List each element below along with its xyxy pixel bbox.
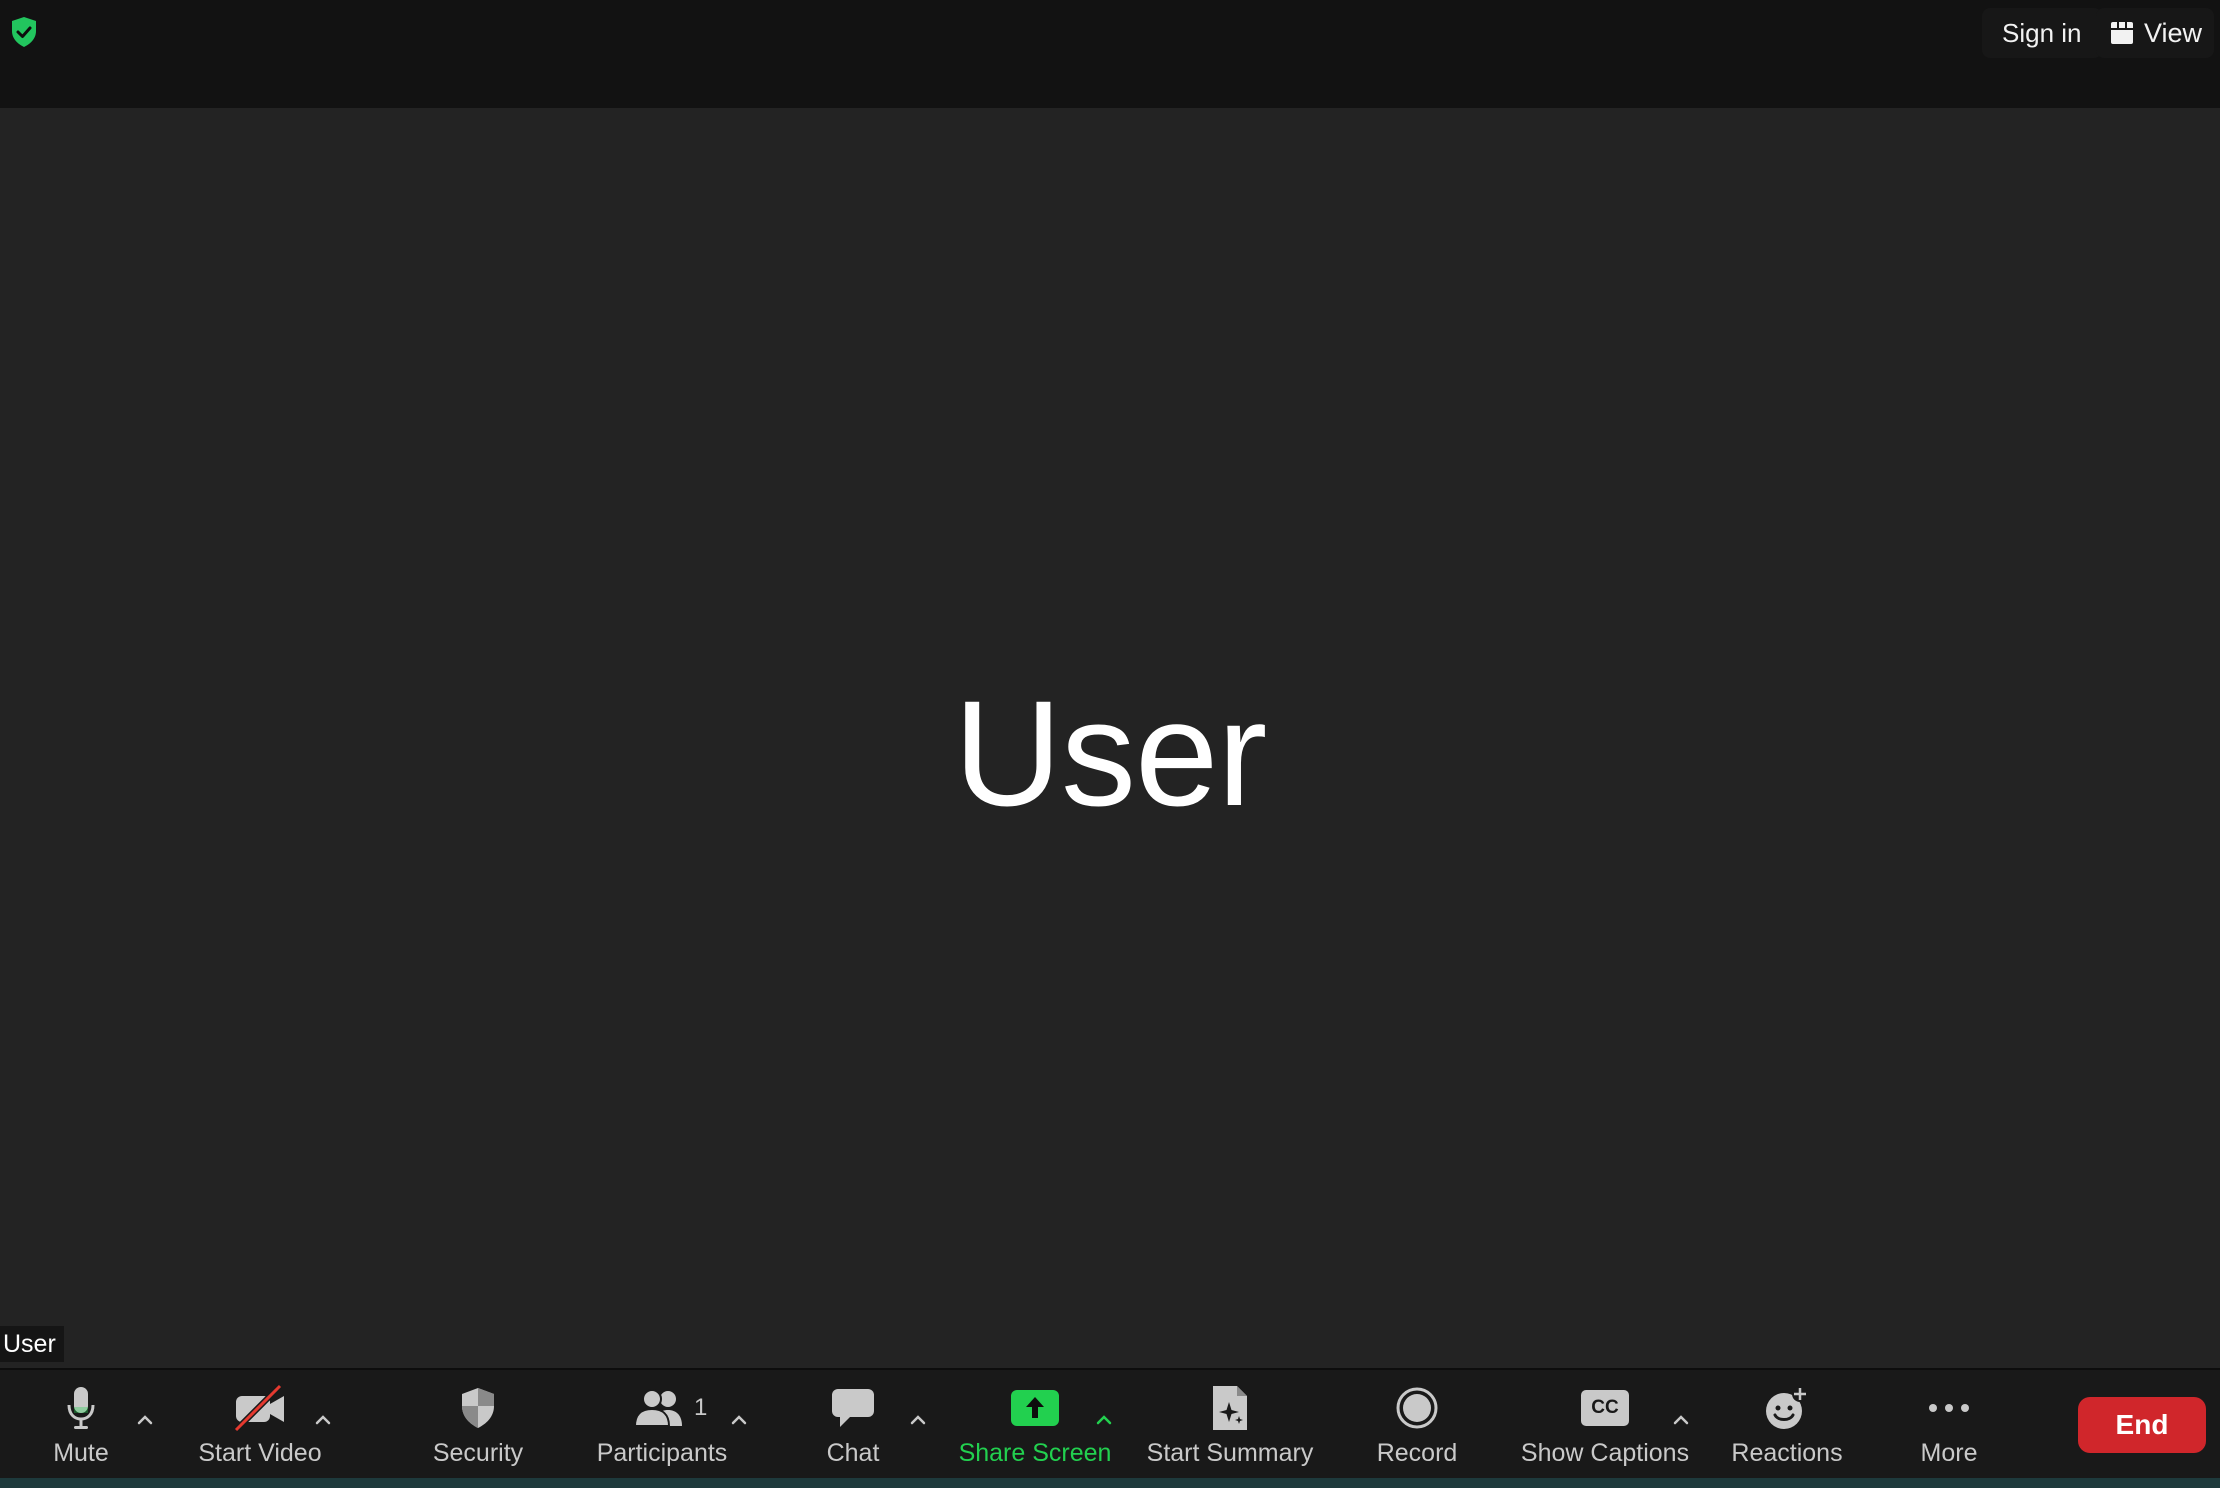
share-screen-label: Share Screen [958,1439,1112,1467]
participants-count-badge: 1 [694,1394,708,1421]
gallery-view-icon [2111,22,2133,44]
video-options-chevron-up-icon[interactable] [311,1408,335,1432]
more-label: More [1920,1439,1978,1467]
record-circle-icon [1396,1387,1438,1429]
participant-display-name: User [953,669,1268,837]
more-button[interactable]: More [1904,1370,1994,1478]
share-options-chevron-up-icon[interactable] [1092,1408,1116,1432]
sign-in-button[interactable]: Sign in [1982,8,2102,58]
more-ellipsis-icon [1929,1404,1969,1412]
chat-label: Chat [826,1439,880,1467]
participant-name-tag: User [0,1326,64,1362]
encryption-shield-icon[interactable] [10,16,38,48]
chat-bubble-icon [832,1389,874,1427]
end-meeting-button[interactable]: End [2078,1397,2206,1453]
video-stage: User [0,108,2220,1368]
closed-captions-icon: CC [1581,1390,1629,1426]
view-button[interactable]: View [2096,8,2214,58]
captions-options-chevron-up-icon[interactable] [1669,1408,1693,1432]
video-off-icon [233,1384,284,1432]
chat-options-chevron-up-icon[interactable] [906,1408,930,1432]
security-shield-icon [462,1388,494,1428]
start-summary-label: Start Summary [1146,1439,1314,1467]
meeting-toolbar: Mute Start Video Security Participants 1… [0,1368,2220,1478]
meeting-window: Sign in View User User Mute Start Video … [0,0,2220,1488]
participants-button[interactable]: Participants [592,1370,732,1478]
record-label: Record [1376,1439,1458,1467]
start-video-button[interactable]: Start Video [190,1370,330,1478]
security-label: Security [432,1439,524,1467]
share-screen-button[interactable]: Share Screen [955,1370,1115,1478]
add-reaction-smiley-icon [1766,1386,1808,1429]
audio-options-chevron-up-icon[interactable] [133,1408,157,1432]
show-captions-button[interactable]: CC Show Captions [1515,1370,1695,1478]
participants-icon [633,1389,682,1427]
window-bottom-edge [0,1478,2220,1488]
top-bar: Sign in View [0,0,2220,108]
mute-button[interactable]: Mute [36,1370,126,1478]
chat-button[interactable]: Chat [808,1370,898,1478]
reactions-label: Reactions [1731,1439,1843,1467]
view-label: View [2144,18,2203,48]
share-screen-arrow-icon [1011,1390,1059,1426]
start-video-label: Start Video [198,1439,322,1467]
participants-label: Participants [596,1439,728,1467]
reactions-button[interactable]: Reactions [1726,1370,1848,1478]
microphone-icon [67,1387,95,1429]
participants-options-chevron-up-icon[interactable] [727,1408,751,1432]
mute-label: Mute [53,1439,109,1467]
show-captions-label: Show Captions [1520,1439,1690,1467]
record-button[interactable]: Record [1370,1370,1464,1478]
security-button[interactable]: Security [418,1370,538,1478]
summary-document-sparkle-icon [1213,1386,1247,1430]
start-summary-button[interactable]: Start Summary [1140,1370,1320,1478]
